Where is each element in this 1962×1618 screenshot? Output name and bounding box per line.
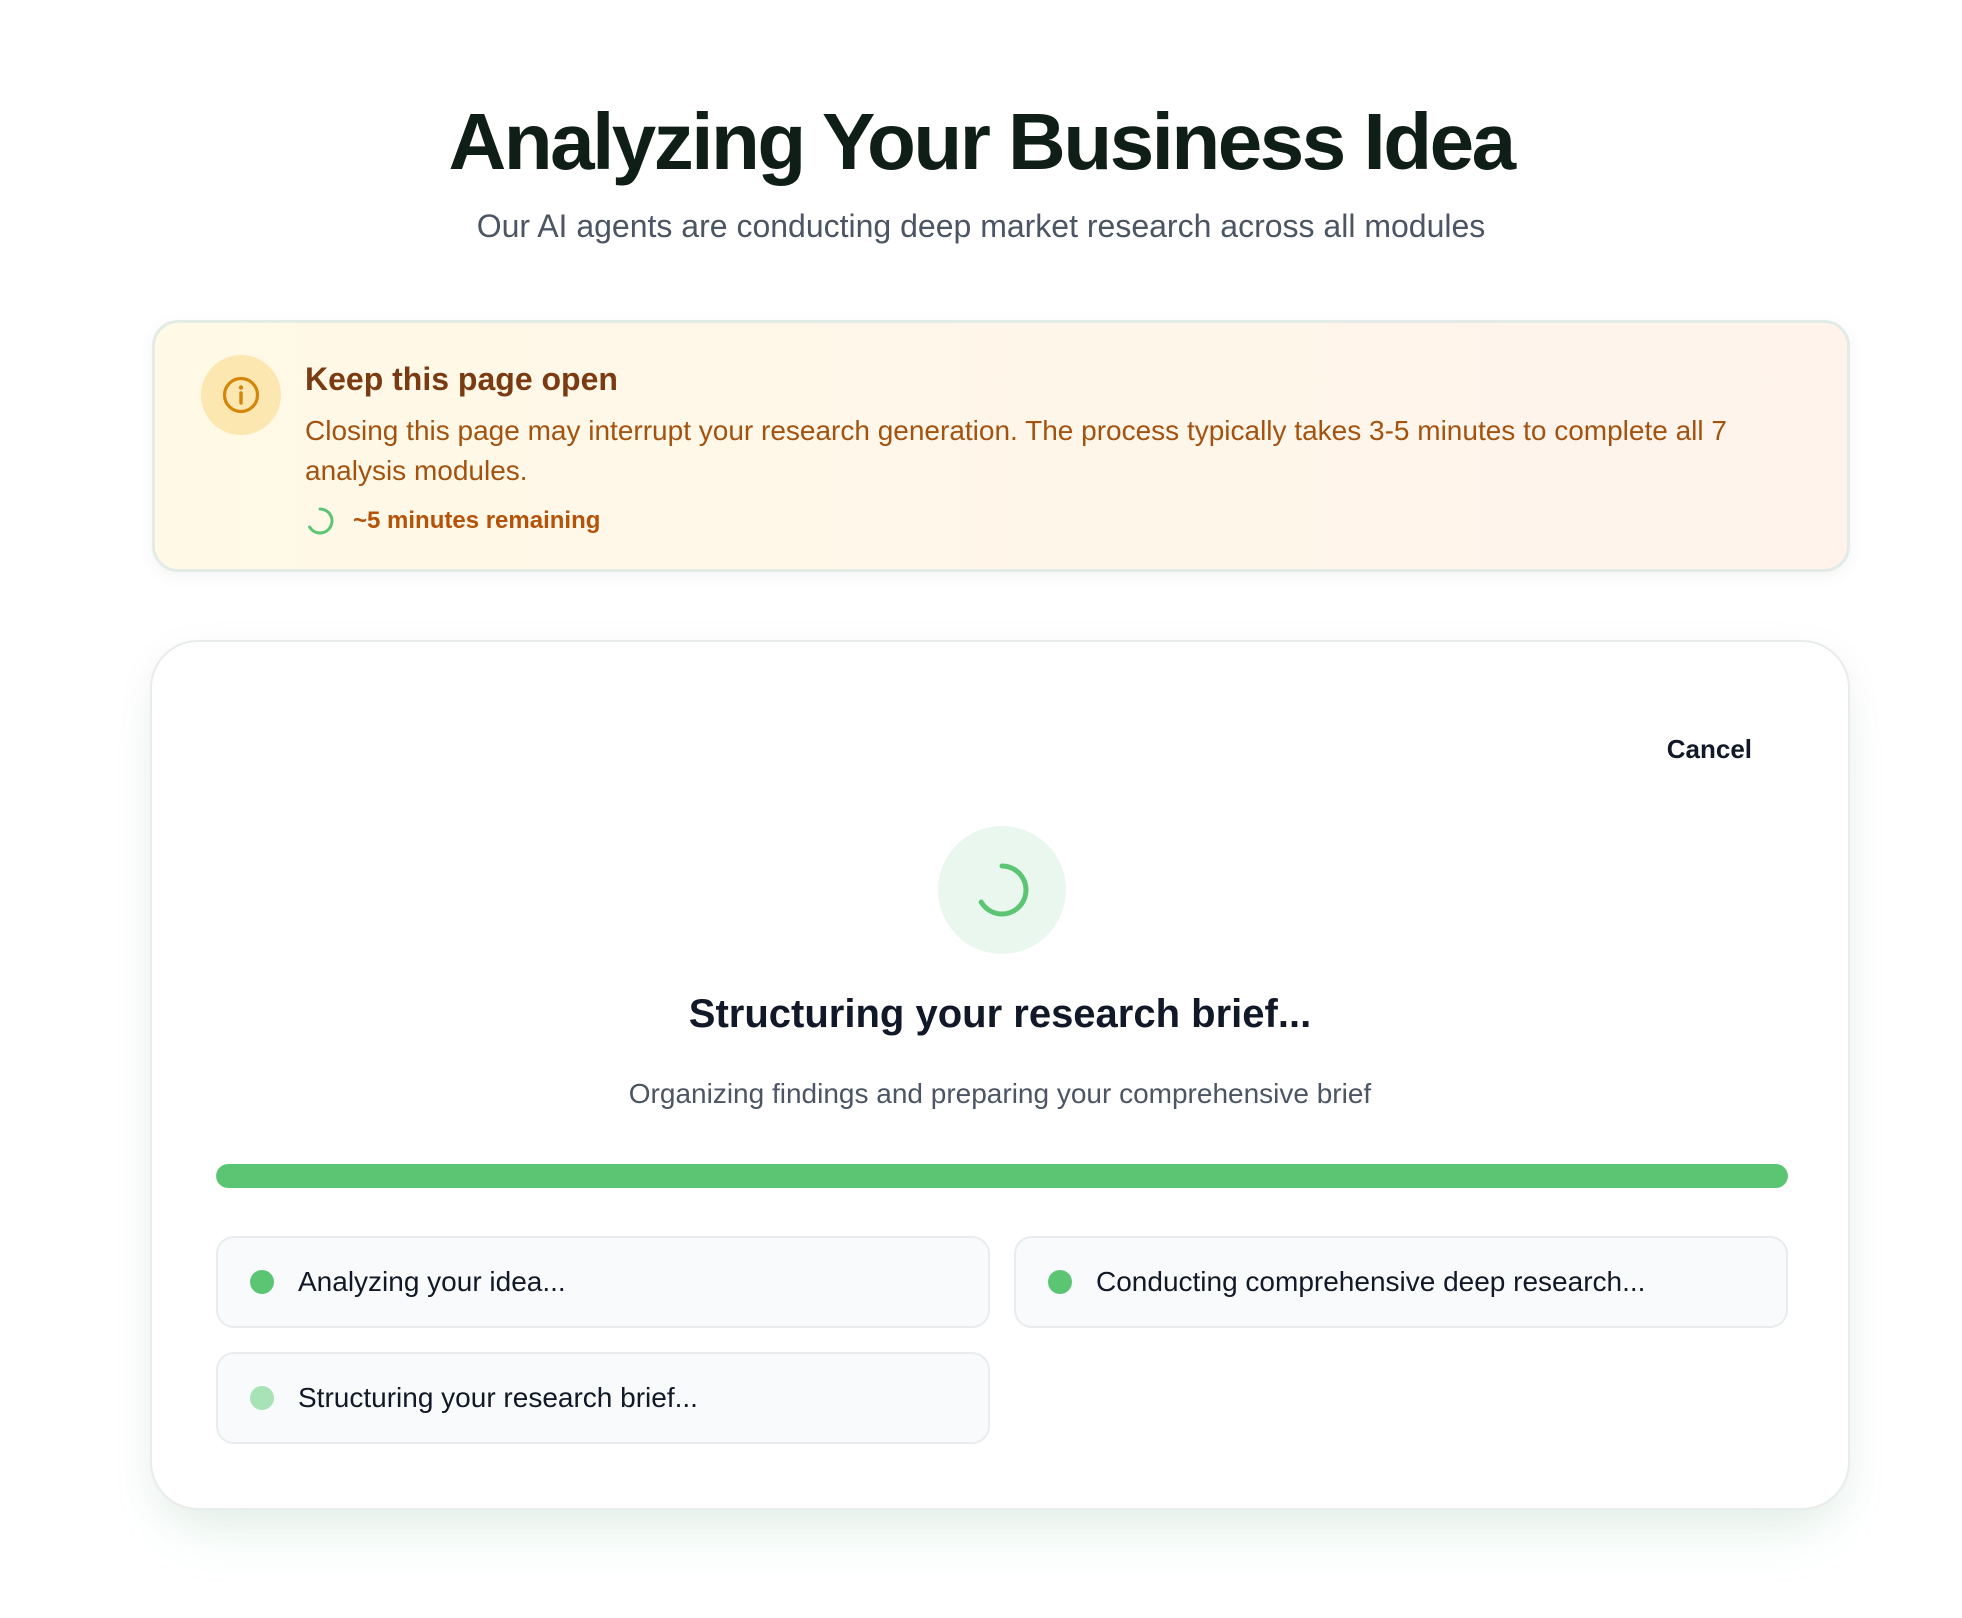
progress-bar <box>216 1164 1788 1188</box>
loading-spinner <box>938 826 1066 954</box>
time-remaining: ~5 minutes remaining <box>305 503 600 539</box>
page-subtitle: Our AI agents are conducting deep market… <box>476 208 1486 244</box>
progress-card: Cancel Structuring your research brief..… <box>150 640 1850 1510</box>
cancel-button[interactable]: Cancel <box>1663 728 1756 771</box>
step-status-dot <box>1048 1270 1072 1294</box>
page: Analyzing Your Business Idea Our AI agen… <box>0 0 1962 1618</box>
step-item: Conducting comprehensive deep research..… <box>1014 1236 1788 1328</box>
step-label: Analyzing your idea... <box>298 1266 566 1297</box>
spinner-icon <box>978 863 1029 917</box>
step-label: Conducting comprehensive deep research..… <box>1096 1266 1646 1297</box>
step-item: Structuring your research brief... <box>216 1352 990 1444</box>
status-subtitle: Organizing findings and preparing your c… <box>628 1078 1372 1109</box>
status-title: Structuring your research brief... <box>688 992 1312 1036</box>
notice-title: Keep this page open <box>305 361 618 397</box>
step-item: Analyzing your idea... <box>216 1236 990 1328</box>
step-status-dot <box>250 1270 274 1294</box>
notice-body: Closing this page may interrupt your res… <box>305 415 1727 486</box>
step-status-dot <box>250 1386 274 1410</box>
time-remaining-text: ~5 minutes remaining <box>353 507 601 534</box>
progress-bar-fill <box>216 1164 1788 1188</box>
keep-page-open-notice: Keep this page open Closing this page ma… <box>152 320 1850 572</box>
page-title: Analyzing Your Business Idea <box>448 97 1516 186</box>
step-label: Structuring your research brief... <box>298 1382 698 1413</box>
spinner-icon <box>308 507 334 535</box>
info-icon <box>201 355 281 435</box>
